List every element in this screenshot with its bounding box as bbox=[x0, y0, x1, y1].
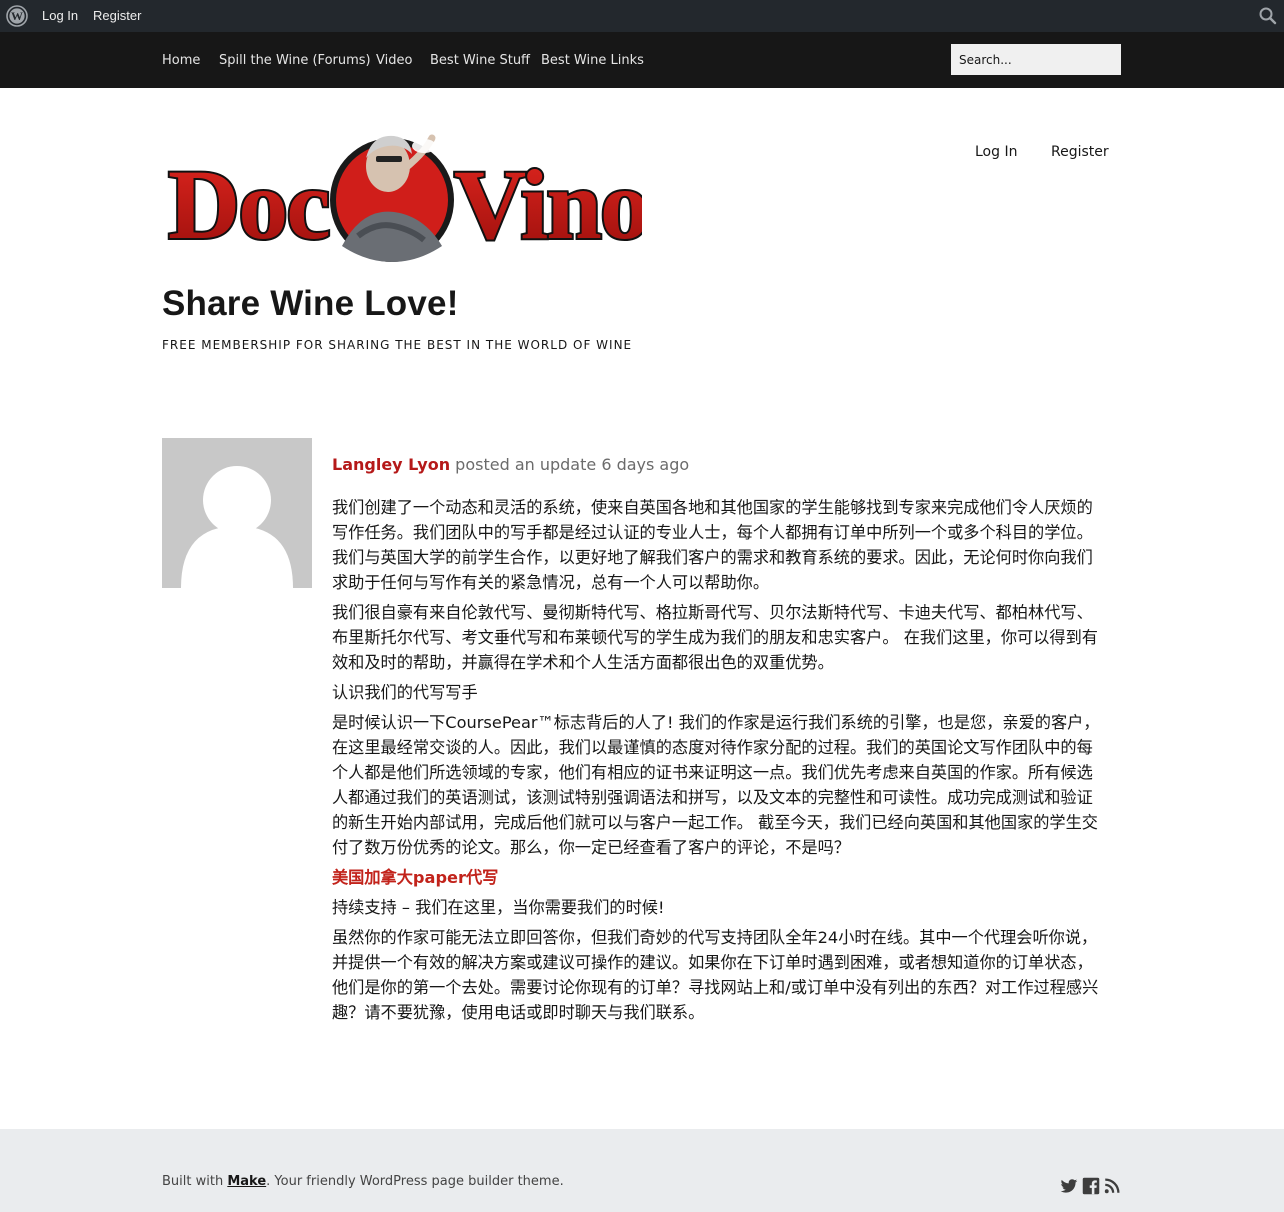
svg-text:Doc: Doc bbox=[168, 149, 329, 260]
nav-item-best-wine-stuff[interactable]: Best Wine Stuff bbox=[430, 32, 530, 88]
footer-built-with: Built with bbox=[162, 1174, 228, 1189]
search-icon[interactable] bbox=[1258, 6, 1278, 26]
footer-suffix: . Your friendly WordPress page builder t… bbox=[266, 1174, 564, 1189]
activity-content: 我们创建了一个动态和灵活的系统，使来自英国各地和其他国家的学生能够找到专家来完成… bbox=[332, 495, 1104, 1030]
activity-header: Langley Lyon posted an update 6 days ago bbox=[332, 455, 689, 474]
header-login-link[interactable]: Log In bbox=[975, 144, 1017, 160]
site-tagline: FREE MEMBERSHIP FOR SHARING THE BEST IN … bbox=[162, 338, 633, 352]
facebook-icon[interactable] bbox=[1082, 1177, 1100, 1195]
admin-bar: W Log In Register bbox=[0, 0, 1284, 32]
nav-item-best-wine-links[interactable]: Best Wine Links bbox=[541, 32, 644, 88]
wordpress-icon[interactable]: W bbox=[6, 5, 28, 27]
activity-action-text: posted an update 6 days ago bbox=[450, 455, 690, 474]
site-logo[interactable]: Doc Vino bbox=[162, 128, 652, 268]
activity-inline-link[interactable]: 美国加拿大paper代写 bbox=[332, 868, 498, 887]
activity-paragraph: 认识我们的代写写手 bbox=[332, 683, 478, 702]
site-title[interactable]: Share Wine Love! bbox=[162, 284, 459, 324]
avatar[interactable] bbox=[162, 438, 312, 588]
footer-make-link[interactable]: Make bbox=[227, 1174, 266, 1189]
default-avatar-icon bbox=[162, 438, 312, 588]
activity-paragraph: 持续支持 – 我们在这里，当你需要我们的时候! bbox=[332, 898, 665, 917]
adminbar-login-link[interactable]: Log In bbox=[42, 0, 78, 32]
docvino-logo-image: Doc Vino bbox=[166, 134, 652, 262]
activity-paragraph: 我们很自豪有来自伦敦代写、曼彻斯特代写、格拉斯哥代写、贝尔法斯特代写、卡迪夫代写… bbox=[332, 603, 1098, 672]
rss-icon[interactable] bbox=[1103, 1177, 1121, 1195]
svg-text:W: W bbox=[11, 9, 23, 23]
svg-text:Vino: Vino bbox=[454, 149, 642, 260]
nav-item-video[interactable]: Video bbox=[376, 32, 412, 88]
site-footer: Built with Make. Your friendly WordPress… bbox=[0, 1129, 1284, 1212]
activity-paragraph: 虽然你的作家可能无法立即回答你，但我们奇妙的代写支持团队全年24小时在线。其中一… bbox=[332, 928, 1099, 1022]
activity-paragraph: 是时候认识一下CoursePear™标志背后的人了! 我们的作家是运行我们系统的… bbox=[332, 713, 1100, 857]
nav-item-home[interactable]: Home bbox=[162, 32, 200, 88]
nav-item-forums[interactable]: Spill the Wine (Forums) bbox=[219, 32, 371, 88]
adminbar-register-link[interactable]: Register bbox=[93, 0, 141, 32]
twitter-icon[interactable] bbox=[1060, 1177, 1078, 1195]
search-input[interactable] bbox=[951, 44, 1121, 75]
activity-link-paragraph: 美国加拿大paper代写 bbox=[332, 865, 1104, 890]
activity-author-link[interactable]: Langley Lyon bbox=[332, 455, 450, 474]
header-register-link[interactable]: Register bbox=[1051, 144, 1109, 160]
activity-paragraph: 我们创建了一个动态和灵活的系统，使来自英国各地和其他国家的学生能够找到专家来完成… bbox=[332, 498, 1093, 592]
primary-menu-bar: Home Spill the Wine (Forums) Video Best … bbox=[0, 32, 1284, 88]
footer-credit: Built with Make. Your friendly WordPress… bbox=[162, 1174, 564, 1189]
